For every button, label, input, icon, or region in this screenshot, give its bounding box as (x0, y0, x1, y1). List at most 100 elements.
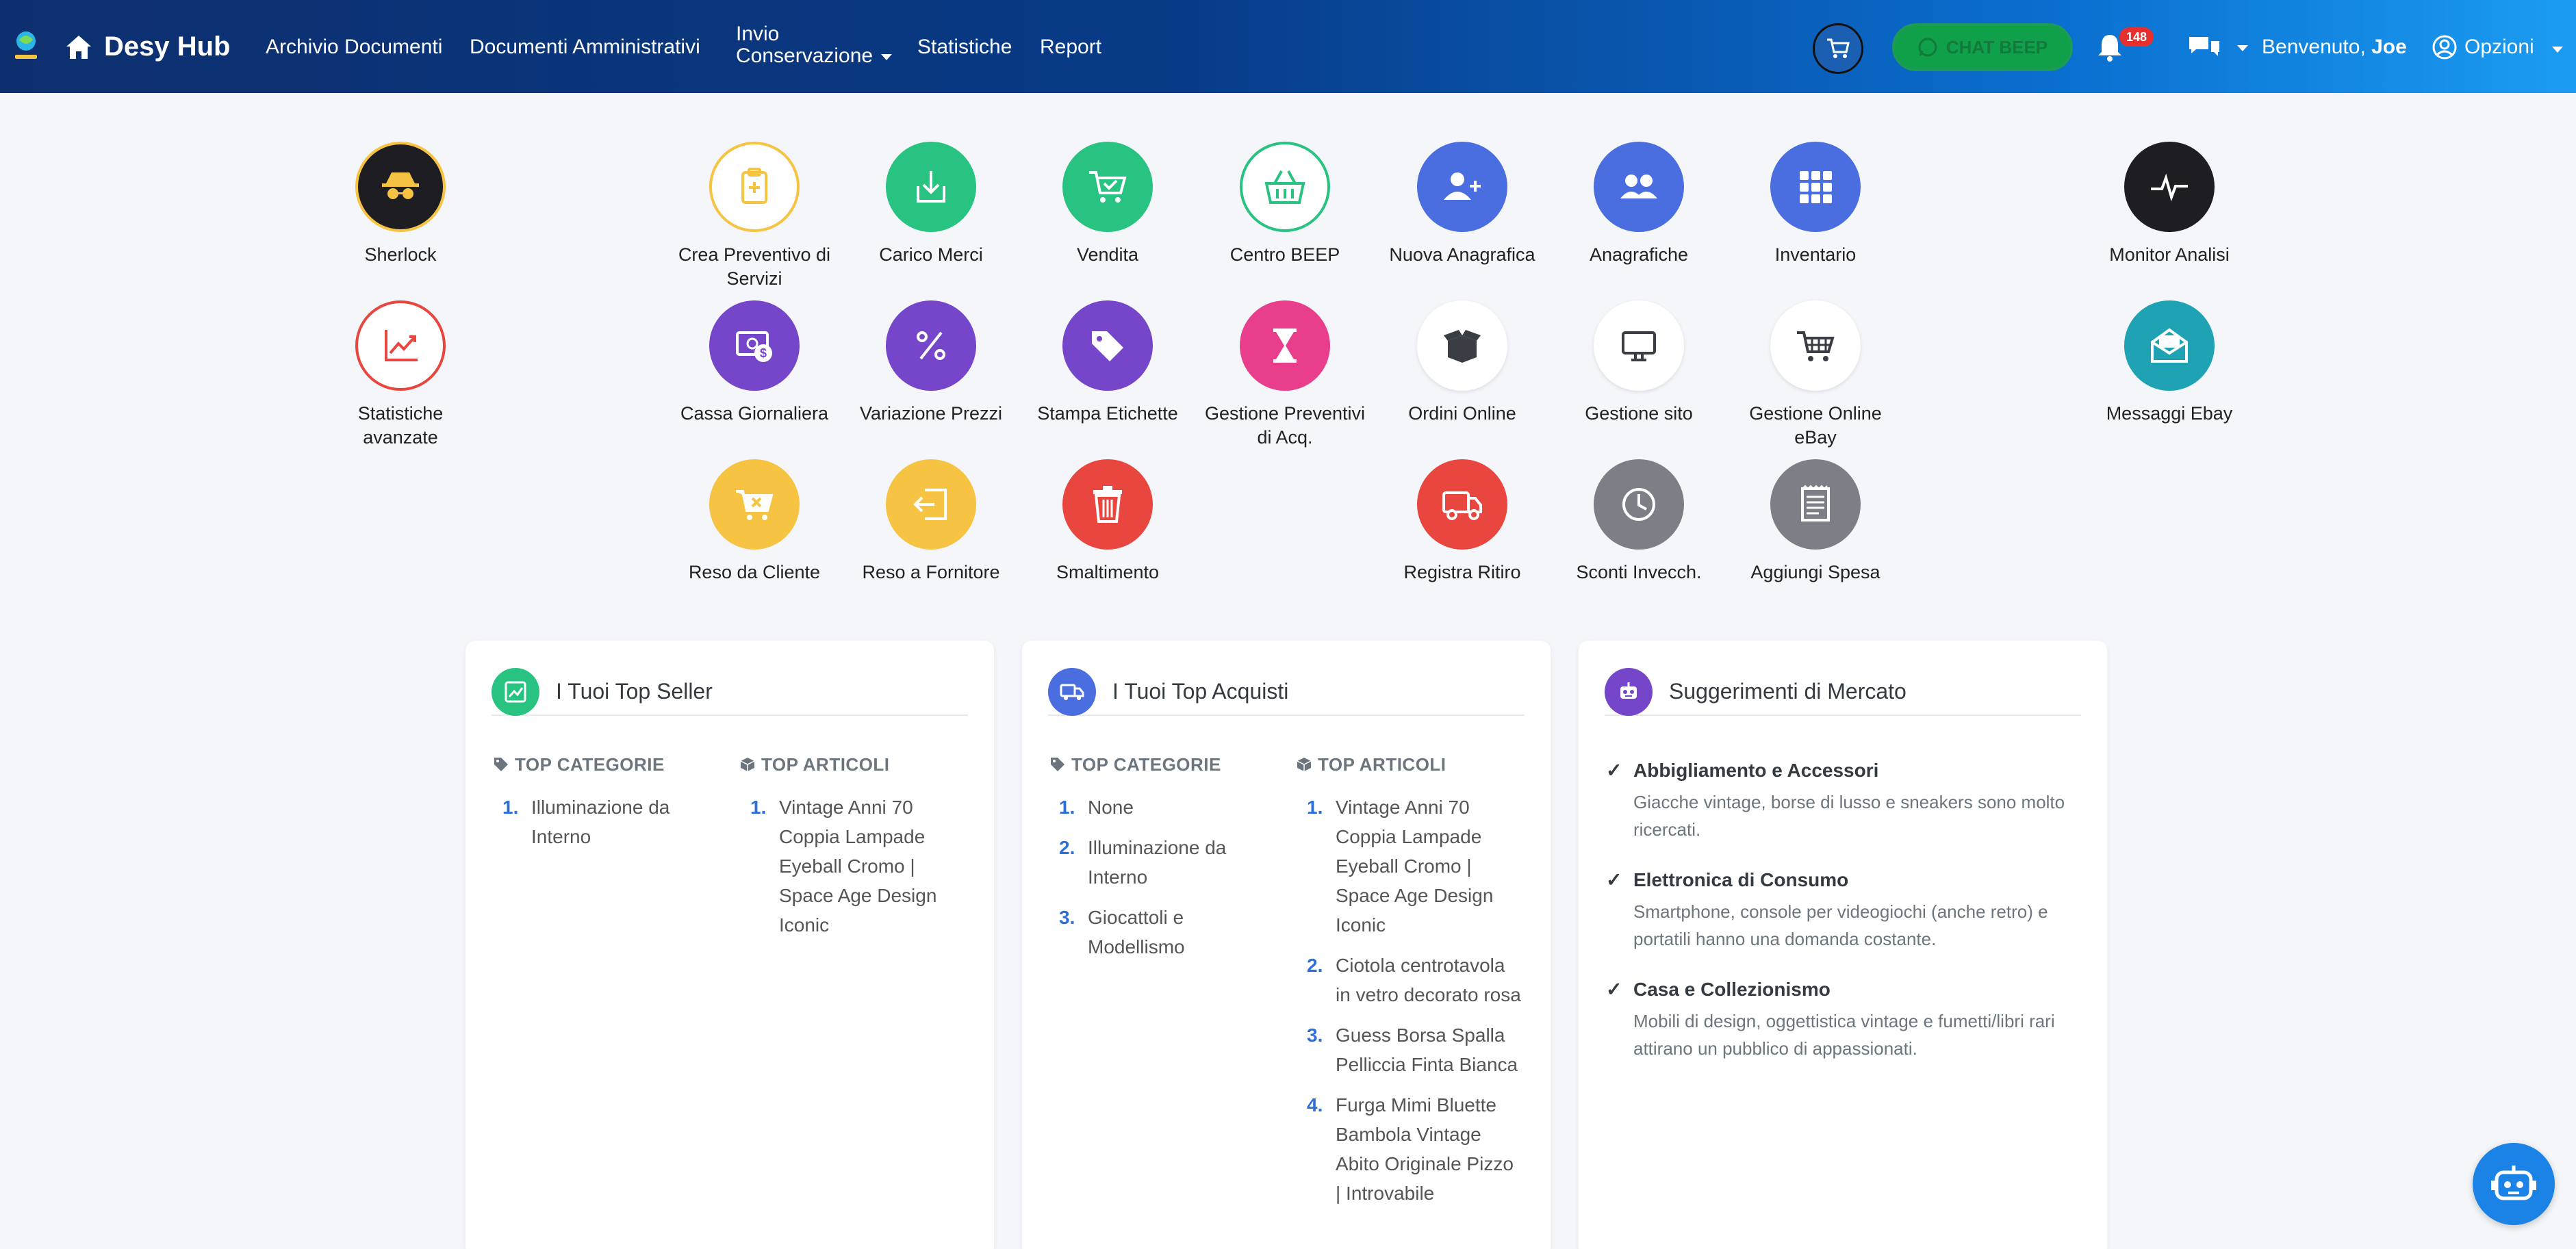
tile-label: Sconti Invecch. (1576, 562, 1702, 582)
tile-label: Inventario (1774, 244, 1857, 265)
nav-invio-conservazione[interactable]: Invio Conservazione (736, 23, 893, 67)
basket-icon (1240, 142, 1330, 232)
top-articoli-list: 1. Vintage Anni 70 Coppia Lampade Eyeball… (1307, 793, 1522, 1219)
options-menu[interactable]: Opzioni (2464, 36, 2534, 59)
heading-label: TOP ARTICOLI (1318, 754, 1446, 775)
tile-messaggi-ebay[interactable]: Messaggi Ebay (2087, 300, 2252, 426)
assistant-bot-button[interactable] (2473, 1143, 2555, 1225)
notification-badge: 148 (2119, 27, 2154, 47)
top-categorie-heading: TOP CATEGORIE (493, 754, 665, 775)
tile-label: Nuova Anagrafica (1389, 244, 1535, 265)
card-suggerimenti-mercato: Suggerimenti di Mercato ✓ Abbigliamento e… (1579, 641, 2107, 1249)
tile-label: Crea Preventivo di Servizi (678, 244, 831, 289)
download-box-icon (886, 142, 976, 232)
suggestion-text: Mobili di design, oggettistica vintage e… (1633, 1011, 2055, 1059)
top-articoli-heading: TOP ARTICOLI (739, 754, 890, 775)
tile-ordini-online[interactable]: Ordini Online (1380, 300, 1544, 426)
tile-stampa-etichette[interactable]: Stampa Etichette (1025, 300, 1190, 426)
hourglass-icon (1240, 300, 1330, 391)
tile-label: Reso a Fornitore (862, 562, 1000, 582)
tile-label: Sherlock (364, 244, 437, 265)
options-chevron-down-icon[interactable] (2552, 47, 2563, 53)
sherlock-spy-icon (355, 142, 446, 232)
top-articoli-heading: TOP ARTICOLI (1296, 754, 1446, 775)
list-item[interactable]: 2. Ciotola centrotavola in vetro decorato… (1307, 951, 1522, 1009)
tile-gestione-preventivi[interactable]: Gestione Preventivi di Acq. (1203, 300, 1367, 450)
tile-statistiche-avanzate[interactable]: Statistiche avanzate (318, 300, 483, 450)
top-categorie-list: 1. Illuminazione da Interno (502, 793, 715, 862)
tile-gestione-sito[interactable]: Gestione sito (1557, 300, 1721, 426)
tile-centro-beep[interactable]: Centro BEEP (1203, 142, 1367, 267)
list-item-text: None (1088, 797, 1134, 818)
user-circle-icon[interactable] (2432, 34, 2458, 60)
list-item[interactable]: 3. Guess Borsa Spalla Pelliccia Finta Bia… (1307, 1020, 1522, 1079)
truck-icon (1048, 668, 1096, 716)
chat-bubbles-icon[interactable] (2188, 34, 2221, 62)
tile-anagrafiche[interactable]: Anagrafiche (1557, 142, 1721, 267)
top-categorie-list: 1. None 2. Illuminazione da Interno 3. Gioc… (1059, 793, 1271, 973)
list-item-text: Guess Borsa Spalla Pelliccia Finta Bianc… (1336, 1025, 1518, 1075)
tile-smaltimento[interactable]: Smaltimento (1025, 459, 1190, 584)
percent-icon (886, 300, 976, 391)
chart-up-icon (492, 668, 539, 716)
tile-monitor-analisi[interactable]: Monitor Analisi (2087, 142, 2252, 267)
tile-gestione-ebay[interactable]: Gestione Online eBay (1733, 300, 1898, 450)
tile-reso-fornitore[interactable]: Reso a Fornitore (849, 459, 1013, 584)
suggestion-text: Giacche vintage, borse di lusso e sneake… (1633, 792, 2065, 840)
card-title: I Tuoi Top Acquisti (1112, 679, 1289, 704)
tile-label: Monitor Analisi (2109, 244, 2230, 265)
chat-chevron-down-icon[interactable] (2237, 45, 2248, 51)
tile-reso-cliente[interactable]: Reso da Cliente (672, 459, 837, 584)
list-item[interactable]: 4. Furga Mimi Bluette Bambola Vintage Abi… (1307, 1090, 1522, 1208)
list-item: 1. None (1059, 797, 1134, 818)
chevron-down-icon (881, 53, 893, 60)
envelope-open-icon (2124, 300, 2215, 391)
tile-sherlock[interactable]: Sherlock (318, 142, 483, 267)
tile-vendita[interactable]: Vendita (1025, 142, 1190, 267)
list-item: 2. Illuminazione da Interno (1059, 837, 1227, 888)
tile-sconti-invecch[interactable]: Sconti Invecch. (1557, 459, 1721, 584)
tile-carico-merci[interactable]: Carico Merci (849, 142, 1013, 267)
tile-cassa-giornaliera[interactable]: $ Cassa Giornaliera (672, 300, 837, 426)
tile-registra-ritiro[interactable]: Registra Ritiro (1380, 459, 1544, 584)
tile-nuova-anagrafica[interactable]: Nuova Anagrafica (1380, 142, 1544, 267)
tile-crea-preventivo[interactable]: Crea Preventivo di Servizi (672, 142, 837, 291)
robot-icon (1605, 668, 1653, 716)
suggestion-title-text: Elettronica di Consumo (1633, 869, 1849, 890)
suggestion-title: ✓ Elettronica di Consumo (1606, 866, 2085, 894)
cart-button[interactable] (1813, 23, 1863, 74)
tile-label: Stampa Etichette (1037, 403, 1178, 424)
tile-label: Gestione sito (1585, 403, 1693, 424)
nav-documenti-amministrativi[interactable]: Documenti Amministrativi (470, 36, 700, 59)
card-title: Suggerimenti di Mercato (1669, 679, 1907, 704)
card-top-seller: I Tuoi Top Seller TOP CATEGORIE TOP ARTI… (466, 641, 994, 1249)
brand-title[interactable]: Desy Hub (104, 31, 231, 62)
tile-inventario[interactable]: Inventario (1733, 142, 1898, 267)
tag-icon (494, 758, 508, 771)
check-icon: ✓ (1606, 979, 1622, 1000)
tile-variazione-prezzi[interactable]: Variazione Prezzi (849, 300, 1013, 426)
welcome-text: Benvenuto, Joe (2262, 36, 2407, 59)
list-item: 3. Giocattoli e Modellismo (1059, 907, 1185, 957)
tile-label: Registra Ritiro (1403, 562, 1521, 582)
app-logo-icon[interactable] (10, 27, 42, 63)
top-categorie-heading: TOP CATEGORIE (1049, 754, 1221, 775)
pulse-icon (2124, 142, 2215, 232)
list-item-text: Vintage Anni 70 Coppia Lampade Eyeball C… (1336, 797, 1494, 936)
home-icon[interactable] (65, 34, 92, 60)
nav-archivio-documenti[interactable]: Archivio Documenti (266, 36, 442, 59)
tile-aggiungi-spesa[interactable]: Aggiungi Spesa (1733, 459, 1898, 584)
cube-icon (1297, 758, 1312, 771)
card-header: I Tuoi Top Seller (492, 668, 968, 716)
nav-statistiche[interactable]: Statistiche (917, 36, 1012, 59)
nav-invio-line1: Invio (736, 23, 780, 45)
card-top-acquisti: I Tuoi Top Acquisti TOP CATEGORIE TOP AR… (1022, 641, 1551, 1249)
list-item[interactable]: 1. Vintage Anni 70 Coppia Lampade Eyeball… (750, 793, 956, 940)
list-item[interactable]: 1. Vintage Anni 70 Coppia Lampade Eyeball… (1307, 793, 1522, 940)
nav-report[interactable]: Report (1040, 36, 1101, 59)
chat-beep-button[interactable]: CHAT BEEP (1892, 23, 2073, 71)
clipboard-plus-icon (709, 142, 800, 232)
chart-line-icon (355, 300, 446, 391)
trash-icon (1062, 459, 1153, 550)
grid-icon (1770, 142, 1861, 232)
